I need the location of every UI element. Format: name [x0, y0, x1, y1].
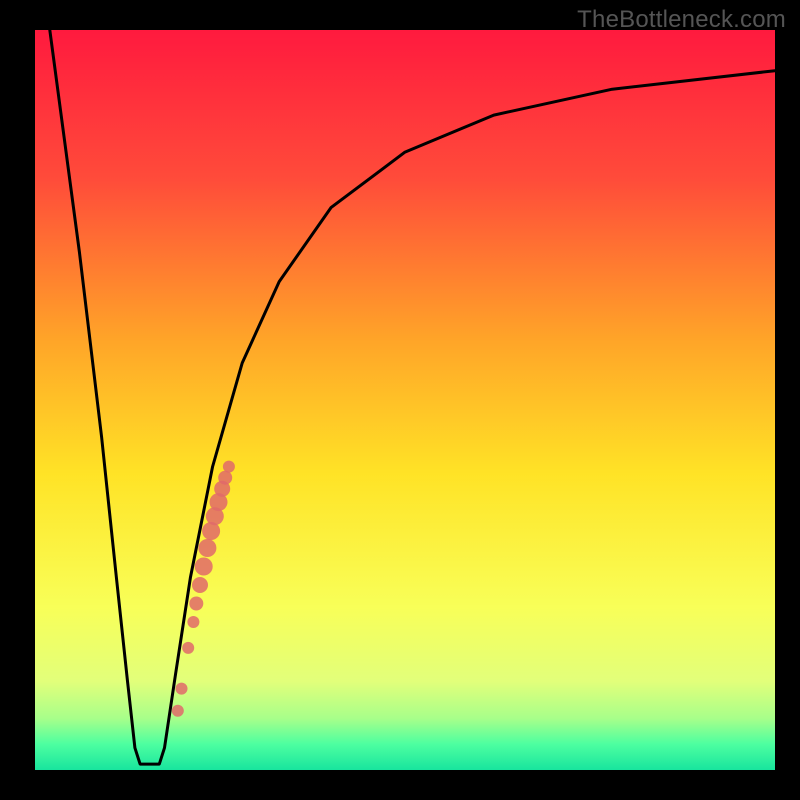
watermark-text: TheBottleneck.com — [577, 6, 786, 34]
plot-area — [35, 30, 775, 770]
gradient-background — [35, 30, 775, 770]
data-point — [189, 597, 203, 611]
data-point — [187, 616, 199, 628]
data-point — [195, 558, 213, 576]
chart-svg — [0, 0, 800, 800]
data-point — [218, 471, 232, 485]
data-point — [192, 577, 208, 593]
data-point — [176, 683, 188, 695]
bottleneck-chart: TheBottleneck.com — [0, 0, 800, 800]
data-point — [182, 642, 194, 654]
data-point — [223, 461, 235, 473]
data-point — [172, 705, 184, 717]
data-point — [198, 539, 216, 557]
